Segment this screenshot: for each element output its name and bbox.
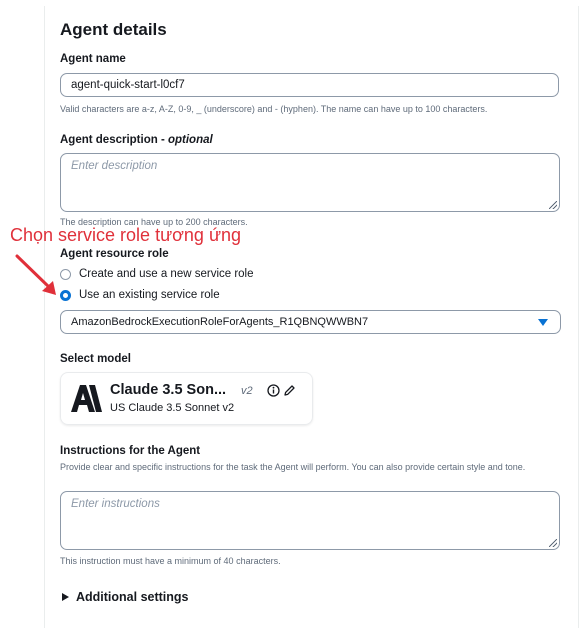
instructions-placeholder: Enter instructions <box>71 498 160 510</box>
agent-description-placeholder: Enter description <box>71 160 158 172</box>
info-icon[interactable] <box>267 384 280 397</box>
resize-grip-icon[interactable] <box>549 201 557 209</box>
agent-resource-role-label: Agent resource role <box>60 248 169 260</box>
instructions-textarea[interactable]: Enter instructions <box>60 491 560 550</box>
agent-description-label: Agent description - optional <box>60 134 213 146</box>
anthropic-logo-icon <box>71 385 102 412</box>
agent-name-hint: Valid characters are a-z, A-Z, 0-9, _ (u… <box>60 104 488 114</box>
edit-pencil-icon[interactable] <box>283 384 296 397</box>
model-name: Claude 3.5 Son... <box>110 382 227 398</box>
radio-create-new-role-label: Create and use a new service role <box>79 268 254 280</box>
radio-use-existing-role-label: Use an existing service role <box>79 289 220 301</box>
agent-description-textarea[interactable]: Enter description <box>60 153 560 212</box>
select-model-label: Select model <box>60 353 131 365</box>
annotation-text: Chọn service role tương ứng <box>10 225 242 245</box>
model-subtitle: US Claude 3.5 Sonnet v2 <box>110 402 235 414</box>
page-title: Agent details <box>60 20 167 39</box>
additional-settings-label: Additional settings <box>76 590 189 604</box>
caret-right-icon[interactable] <box>62 593 69 601</box>
panel-left-border <box>44 6 45 628</box>
radio-use-existing-role[interactable]: Use an existing service role <box>60 289 220 301</box>
agent-name-input[interactable]: agent-quick-start-l0cf7 <box>60 73 559 97</box>
model-version: v2 <box>241 385 253 397</box>
annotation-arrow-icon <box>15 254 56 295</box>
instructions-label: Instructions for the Agent <box>60 445 201 457</box>
model-card[interactable]: Claude 3.5 Son... v2 US Claude 3.5 Sonne… <box>60 372 313 425</box>
radio-unselected-icon[interactable] <box>60 268 71 280</box>
panel-right-border <box>578 6 579 628</box>
radio-create-new-role[interactable]: Create and use a new service role <box>60 268 254 280</box>
agent-description-label-text: Agent description - <box>60 134 168 146</box>
caret-down-icon[interactable] <box>538 319 548 326</box>
service-role-select[interactable]: AmazonBedrockExecutionRoleForAgents_R1QB… <box>60 310 561 334</box>
optional-tag: optional <box>167 134 213 146</box>
radio-selected-icon[interactable] <box>60 289 71 301</box>
additional-settings-expander[interactable]: Additional settings <box>62 590 189 604</box>
instructions-description: Provide clear and specific instructions … <box>60 462 526 472</box>
instructions-hint: This instruction must have a minimum of … <box>60 556 281 566</box>
resize-grip-icon[interactable] <box>549 539 557 547</box>
service-role-select-value: AmazonBedrockExecutionRoleForAgents_R1QB… <box>71 316 369 328</box>
agent-name-label: Agent name <box>60 53 126 65</box>
